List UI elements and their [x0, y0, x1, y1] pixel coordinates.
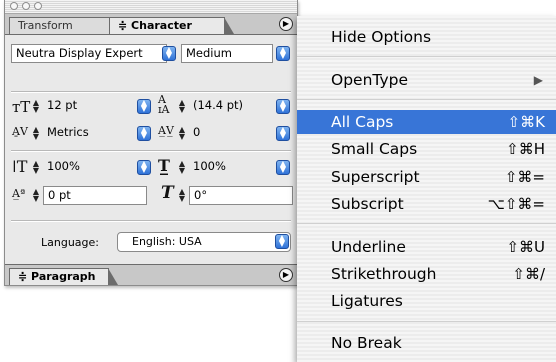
tracking-icon: A̲V̲ [158, 124, 174, 137]
submenu-arrow-icon: ▶ [533, 73, 543, 87]
character-rotation-stepper[interactable]: ▲ ▼ [177, 188, 187, 205]
font-style-field[interactable]: Medium [181, 44, 273, 63]
menu-separator [297, 99, 556, 100]
menu-item-shortcut: ⌥⇧⌘= [487, 195, 545, 213]
menu-item-hide-options[interactable]: Hide Options [297, 25, 556, 49]
character-rotation-icon: T [161, 183, 174, 203]
vertical-scale-stepper[interactable]: ▲ ▼ [31, 160, 41, 177]
menu-item-strikethrough[interactable]: Strikethrough ⇧⌘/ [297, 262, 556, 286]
font-style-popup-button[interactable]: ▲ ▼ [276, 46, 290, 61]
horizontal-scale-field[interactable]: 100% [189, 158, 277, 177]
vertical-scale-field[interactable]: 100% [43, 158, 139, 177]
vertical-scale-popup-button[interactable]: ▲ ▼ [137, 160, 151, 175]
language-popup-button[interactable]: ▲ ▼ [275, 234, 289, 249]
tracking-stepper[interactable]: ▲ ▼ [177, 126, 187, 143]
language-select[interactable]: English: USA [117, 232, 291, 252]
menu-item-shortcut: ⇧⌘U [506, 238, 545, 256]
menu-item-label: All Caps [331, 113, 394, 131]
menu-item-label: Hide Options [331, 28, 432, 46]
palette-options-button[interactable]: ▶ [279, 17, 293, 31]
tracking-field[interactable]: 0 [189, 124, 277, 143]
menu-item-small-caps[interactable]: Small Caps ⇧⌘H [297, 137, 556, 161]
zoom-window-button[interactable] [34, 2, 42, 10]
menu-item-label: Strikethrough [331, 265, 437, 283]
leading-icon: AɪA [158, 93, 170, 116]
divider [11, 220, 291, 222]
font-family-field[interactable]: Neutra Display Expert [11, 44, 167, 63]
paragraph-tab-row: ≑ Paragraph ▶ [5, 264, 297, 285]
menu-item-label: Subscript [331, 195, 404, 213]
close-window-button[interactable] [10, 2, 18, 10]
menu-item-shortcut: ⇧⌘= [504, 168, 545, 186]
menu-item-ligatures[interactable]: Ligatures [297, 289, 556, 313]
menu-item-subscript[interactable]: Subscript ⌥⇧⌘= [297, 192, 556, 216]
horizontal-scale-popup-button[interactable]: ▲ ▼ [276, 160, 290, 175]
menu-item-shortcut: ⇧⌘H [506, 140, 545, 158]
baseline-shift-field[interactable]: 0 pt [43, 186, 147, 205]
palette-titlebar[interactable] [5, 0, 297, 14]
menu-separator [297, 56, 556, 57]
menu-item-superscript[interactable]: Superscript ⇧⌘= [297, 165, 556, 189]
font-size-field[interactable]: 12 pt [43, 97, 139, 116]
menu-item-label: OpenType [331, 71, 409, 89]
tab-transform[interactable]: Transform [9, 17, 123, 34]
menu-item-shortcut: ⇧⌘/ [512, 265, 545, 283]
baseline-shift-icon: A̲ª [12, 187, 26, 200]
language-value: English: USA [132, 235, 202, 248]
menu-separator [297, 321, 556, 322]
menu-item-label: Small Caps [331, 140, 418, 158]
character-palette: Transform ≑ Character ▶ Neutra Display E… [4, 0, 298, 286]
menu-item-label: Superscript [331, 168, 420, 186]
vertical-scale-icon: ǀT [12, 157, 28, 176]
menu-item-label: Underline [331, 238, 406, 256]
baseline-shift-stepper[interactable]: ▲ ▼ [31, 188, 41, 205]
language-label: Language: [41, 236, 99, 249]
palette-tab-row: Transform ≑ Character ▶ [5, 14, 297, 35]
tab-character[interactable]: ≑ Character [109, 17, 234, 34]
leading-field[interactable]: (14.4 pt) [189, 97, 277, 116]
divider [11, 150, 291, 152]
tab-paragraph[interactable]: ≑ Paragraph [9, 268, 118, 285]
menu-item-label: Ligatures [331, 292, 403, 310]
menu-separator [297, 223, 556, 224]
kerning-icon: A̱V [12, 125, 28, 138]
kerning-field[interactable]: Metrics [43, 124, 139, 143]
kerning-popup-button[interactable]: ▲ ▼ [137, 126, 151, 141]
menu-item-opentype[interactable]: OpenType ▶ [297, 68, 556, 92]
font-size-icon: ᴛT [12, 98, 31, 116]
tracking-popup-button[interactable]: ▲ ▼ [276, 126, 290, 141]
paragraph-options-button[interactable]: ▶ [279, 268, 293, 282]
horizontal-scale-icon: T̲ [158, 156, 170, 175]
menu-item-label: No Break [331, 334, 402, 352]
font-family-popup-button[interactable]: ▲ ▼ [162, 46, 176, 61]
minimize-window-button[interactable] [22, 2, 30, 10]
menu-item-shortcut: ⇧⌘K [507, 113, 545, 131]
leading-stepper[interactable]: ▲ ▼ [177, 99, 187, 116]
divider [11, 91, 291, 93]
menu-item-underline[interactable]: Underline ⇧⌘U [297, 235, 556, 259]
font-size-stepper[interactable]: ▲ ▼ [31, 99, 41, 116]
leading-popup-button[interactable]: ▲ ▼ [276, 99, 290, 114]
menu-item-all-caps[interactable]: All Caps ⇧⌘K [297, 110, 556, 134]
character-rotation-field[interactable]: 0° [189, 186, 293, 205]
menu-item-no-break[interactable]: No Break [297, 331, 556, 355]
font-size-popup-button[interactable]: ▲ ▼ [137, 99, 151, 114]
horizontal-scale-stepper[interactable]: ▲ ▼ [177, 160, 187, 177]
character-options-menu: Hide Options OpenType ▶ All Caps ⇧⌘K Sma… [297, 16, 556, 362]
kerning-stepper[interactable]: ▲ ▼ [31, 126, 41, 143]
